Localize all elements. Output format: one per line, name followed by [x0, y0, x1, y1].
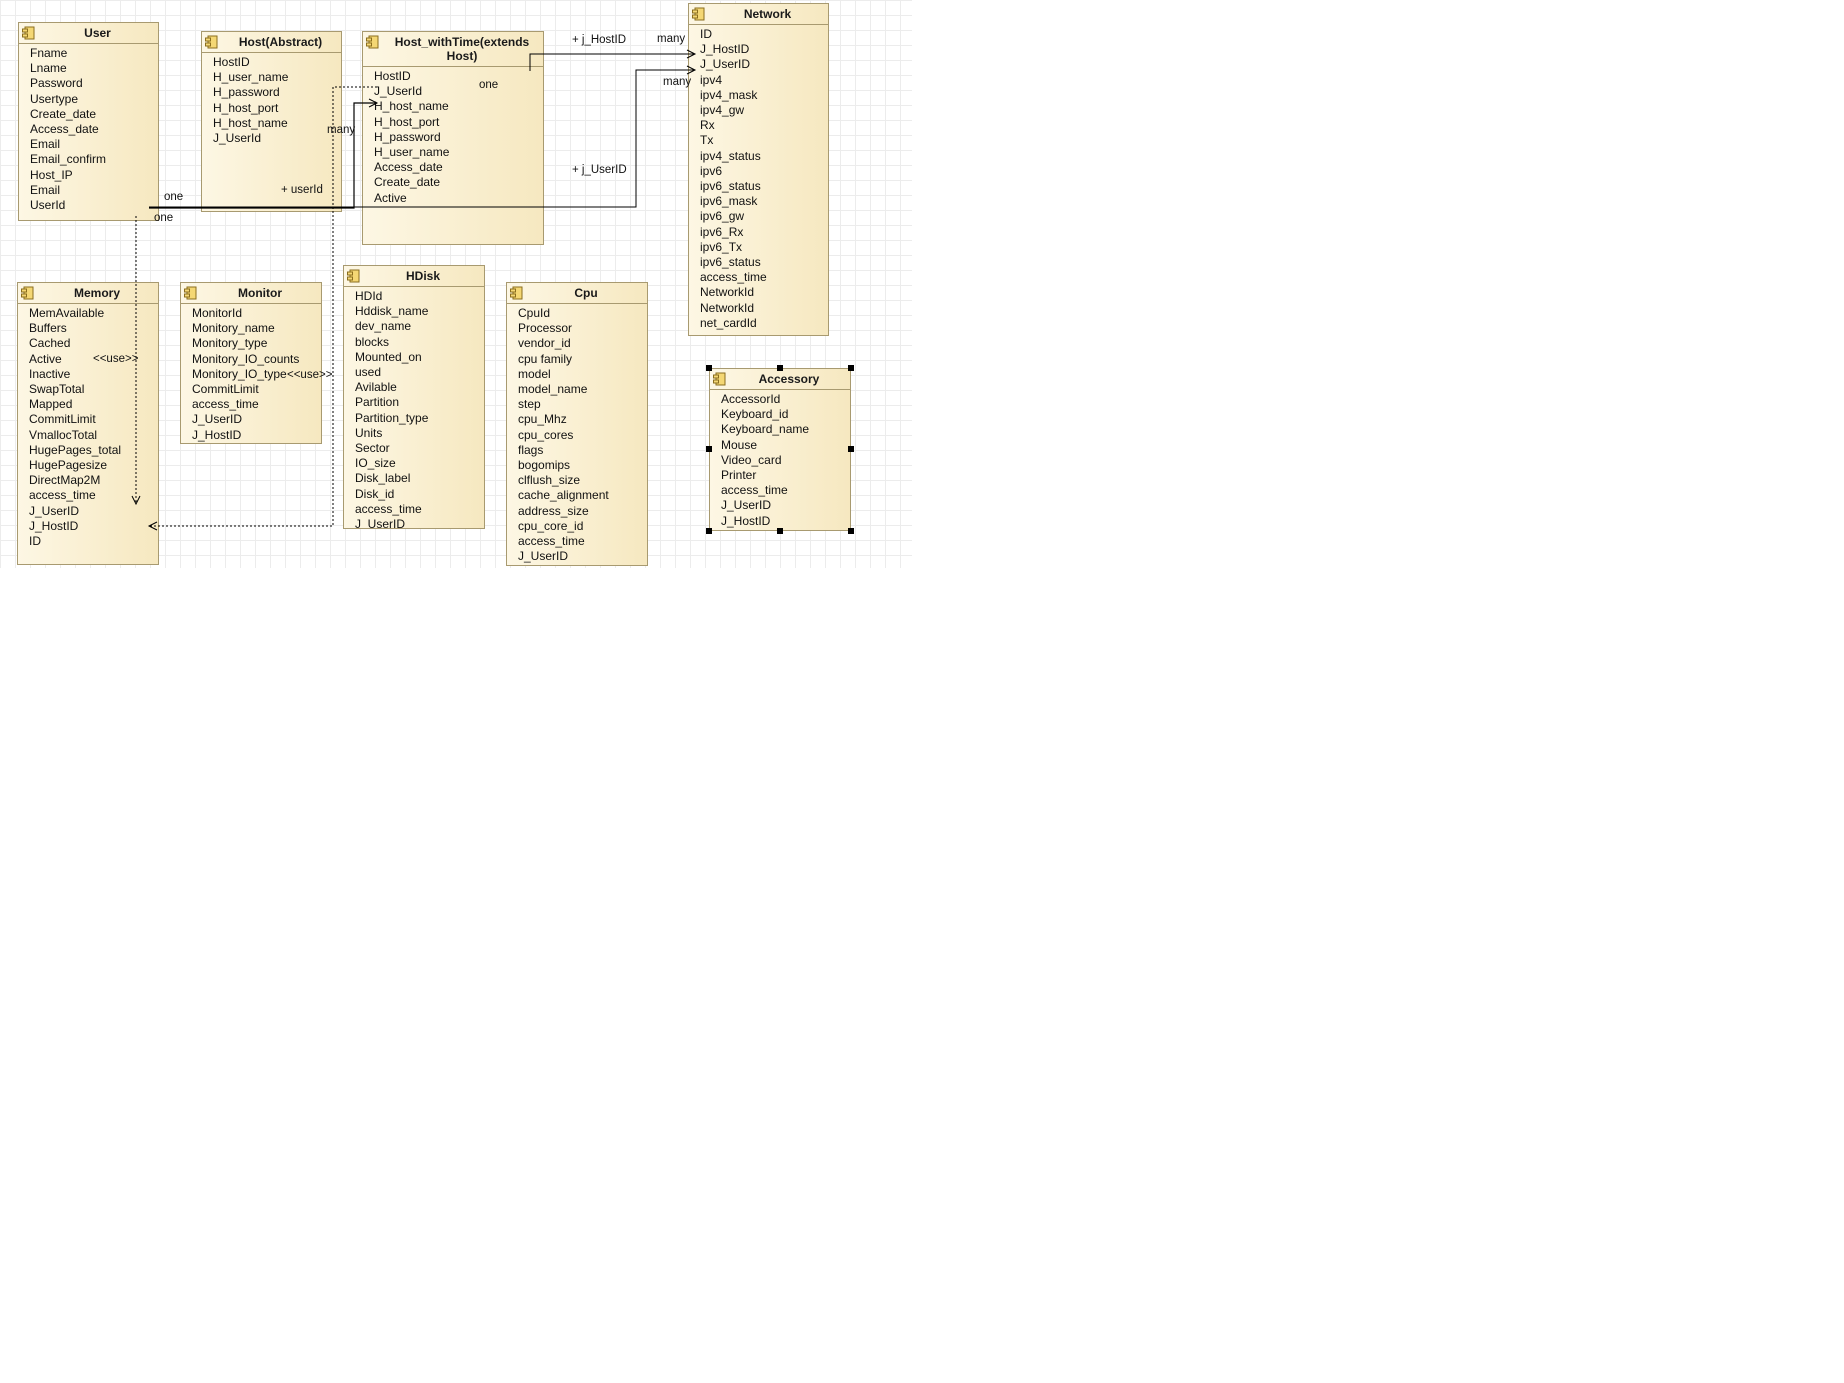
- edge-label: many: [657, 33, 686, 45]
- diagram-canvas[interactable]: User Fname Lname Password Usertype Create_da…: [0, 0, 1844, 1383]
- edge-label: many: [327, 124, 356, 136]
- edge-user-host[interactable]: [149, 102, 377, 209]
- edge-label: + j_HostID: [572, 34, 627, 46]
- edge-label: one: [154, 212, 174, 224]
- edge-user-network[interactable]: [149, 69, 695, 208]
- edges-layer: [131, 49, 697, 531]
- edge-label: + userId: [281, 184, 323, 196]
- edge-label: one: [164, 191, 184, 203]
- edge-label: <<use>>: [287, 369, 333, 381]
- edge-label: many: [663, 76, 692, 88]
- edge-label: <<use>>: [93, 353, 139, 365]
- edge-host-network[interactable]: [529, 53, 695, 71]
- edge-label: + j_UserID: [572, 164, 627, 176]
- edge-label: one: [479, 79, 499, 91]
- edge-use-host-memory[interactable]: [149, 86, 377, 527]
